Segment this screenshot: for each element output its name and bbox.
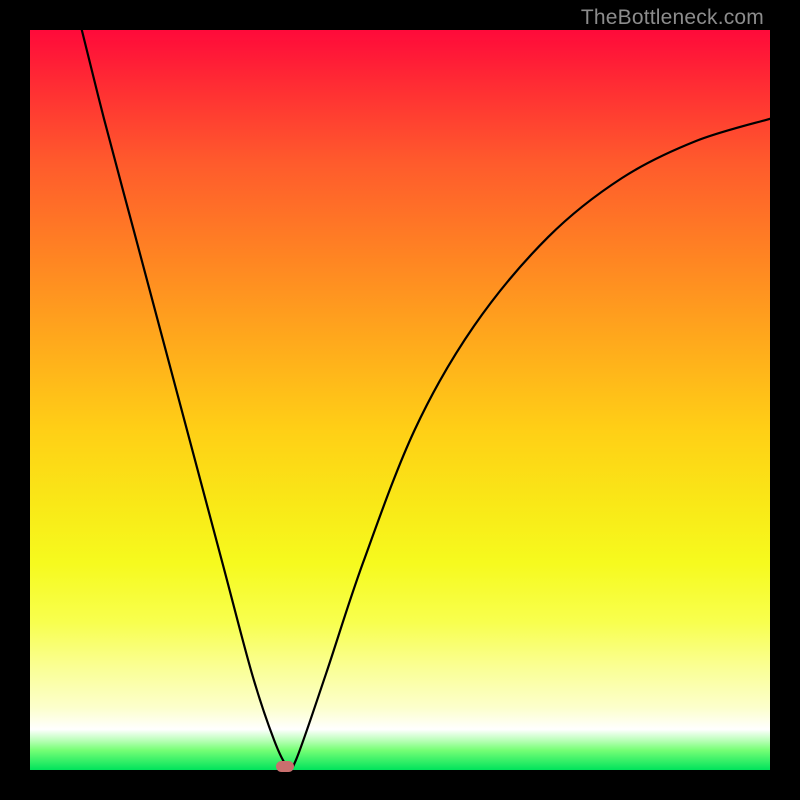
watermark-text: TheBottleneck.com — [581, 6, 764, 30]
bottleneck-curve — [82, 30, 770, 770]
optimum-marker — [276, 761, 294, 772]
chart-curve-svg — [30, 30, 770, 770]
